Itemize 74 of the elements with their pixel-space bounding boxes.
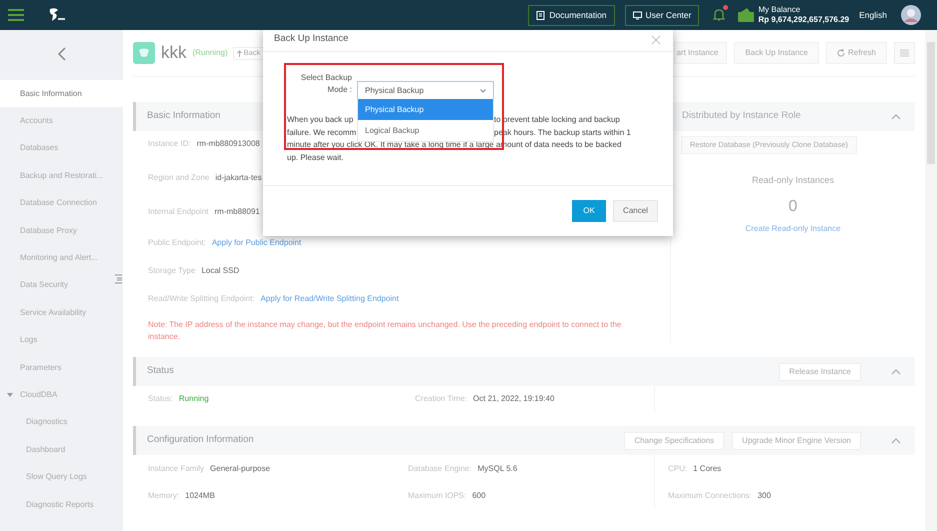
section-button[interactable]: Change Specifications [624, 432, 724, 450]
field-label: Storage Type [148, 265, 196, 277]
sidebar-item[interactable]: Logs [0, 326, 123, 354]
section-title: Status [147, 364, 174, 378]
field-label: Instance ID: [148, 138, 191, 150]
sidebar-item[interactable]: Dashboard [0, 436, 123, 464]
field-label: Database Engine: [408, 462, 472, 474]
balance-label: My Balance [758, 5, 802, 15]
field-label: Select Backup Mode : [300, 72, 352, 96]
field-label: Memory: [148, 490, 180, 502]
header-button[interactable]: User Center [624, 4, 700, 26]
section-title: Basic Information [147, 109, 220, 124]
section-button[interactable]: Upgrade Minor Engine Version [732, 432, 861, 450]
field-label: Region and Zone [148, 172, 210, 184]
field-label: Maximum Connections: [668, 490, 752, 502]
readonly-count: 0 [788, 196, 798, 216]
toolbar-button[interactable]: Back Up Instance [734, 42, 819, 64]
sidebar-item[interactable]: Diagnostics [0, 408, 123, 436]
header-button[interactable]: Documentation [528, 4, 615, 26]
field-value: General-purpose [210, 462, 270, 474]
field-link[interactable]: Apply for Read/Write Splitting Endpoint [260, 293, 399, 305]
sidebar-item[interactable]: Accounts [0, 107, 123, 135]
create-link[interactable]: Create Read-only Instance [745, 222, 841, 234]
description-text: up. Please wait. [287, 152, 344, 164]
cancel-button[interactable]: Cancel [613, 200, 658, 222]
balance-amount: Rp 9,674,292,657,576.29 [758, 15, 850, 25]
field-label: Public Endpoint: [148, 237, 206, 249]
field-value: MySQL 5.6 [478, 462, 518, 474]
dialog-title: Back Up Instance [274, 32, 350, 46]
toolbar-button[interactable]: art Instance [674, 42, 728, 64]
field-label: Instance Family [148, 462, 204, 474]
note-text: Note: The IP address of the instance may change, but the endpoint remains unchanged. Use the preceding endpoint to connect to the instance. [147, 319, 622, 343]
dropdown-option[interactable]: Physical Backup [358, 99, 493, 120]
section-title: Configuration Information [147, 433, 254, 448]
instance-name: kkk [161, 42, 186, 64]
field-label: CPU: [668, 462, 688, 474]
sidebar-item[interactable]: Backup and Restorati... [0, 162, 123, 190]
field-value: id-jakarta-tes [215, 172, 262, 184]
section-title: Distributed by Instance Role [682, 109, 802, 124]
language-selector[interactable]: English [859, 8, 887, 22]
field-value: rm-mb880913008 [196, 138, 260, 150]
dropdown-option[interactable]: Logical Backup [358, 120, 493, 141]
field-value: rm-mb88091 [214, 206, 260, 218]
field-value: 600 [472, 490, 486, 502]
sidebar-item[interactable]: Databases [0, 134, 123, 162]
field-label: Internal Endpoint [148, 206, 208, 218]
field-label: Creation Time: [415, 393, 468, 405]
instance-status: (Running) [192, 47, 228, 59]
sidebar-item[interactable]: Service Availability [0, 299, 123, 327]
field-value: 1024MB [185, 490, 215, 502]
field-link[interactable]: Apply for Public Endpoint [212, 237, 302, 249]
field-value: 300 [758, 490, 771, 502]
section-button[interactable]: Release Instance [779, 362, 861, 380]
field-value: Running [178, 393, 209, 405]
field-label: Maximum IOPS: [408, 490, 466, 502]
description-text: When you back up [287, 115, 354, 124]
sidebar-item[interactable]: Monitoring and Alert... [0, 244, 123, 272]
sidebar-item[interactable]: CloudDBA [0, 381, 123, 409]
field-value: Oct 21, 2022, 19:19:40 [473, 393, 554, 405]
sidebar-item[interactable]: Basic Information [0, 80, 123, 108]
description-text: failure. We recomm [287, 128, 356, 136]
field-value: 1 Cores [693, 462, 722, 474]
sidebar-item[interactable]: Data Security [0, 272, 123, 300]
field-label: Status: [148, 393, 173, 405]
sidebar-item[interactable]: Diagnostic Reports [0, 490, 123, 518]
sidebar-item[interactable]: Database Proxy [0, 216, 123, 244]
sidebar-item[interactable]: Slow Query Logs [0, 463, 123, 491]
sidebar-item[interactable]: Database Connection [0, 190, 123, 217]
ok-button[interactable]: OK [572, 200, 606, 222]
sidebar-item[interactable]: Parameters [0, 354, 123, 382]
toolbar-button[interactable]: Refresh [826, 42, 887, 64]
field-label: Read/Write Splitting Endpoint: [148, 293, 255, 305]
field-value: Local SSD [201, 265, 240, 277]
readonly-label: Read-only Instances [752, 174, 834, 187]
